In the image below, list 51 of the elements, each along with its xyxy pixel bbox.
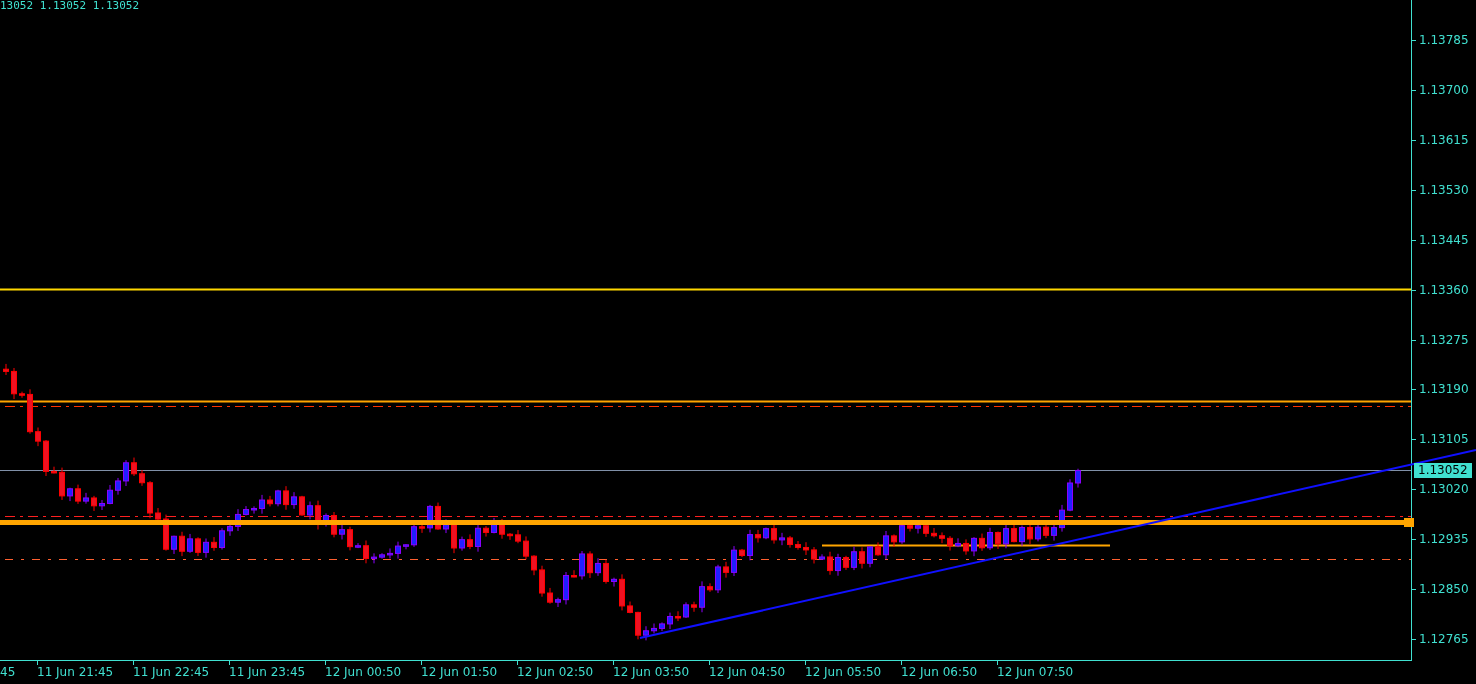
time-label: 12 Jun 05:50 bbox=[805, 665, 882, 679]
tick-mark bbox=[229, 661, 230, 665]
tick-mark bbox=[805, 661, 806, 665]
tick-mark bbox=[133, 661, 134, 665]
price-header: 13052 1.13052 1.13052 bbox=[0, 0, 140, 12]
tick-mark bbox=[517, 661, 518, 665]
price-label: 1.13615 bbox=[1419, 132, 1469, 147]
tick-mark bbox=[901, 661, 902, 665]
tick-mark bbox=[1412, 439, 1416, 441]
tick-mark bbox=[1412, 40, 1416, 41]
tick-mark bbox=[421, 661, 422, 665]
time-label: 11 Jun 23:45 bbox=[229, 665, 306, 679]
price-label: 1.13275 bbox=[1419, 332, 1469, 347]
price-label: 1.13785 bbox=[1419, 33, 1469, 47]
time-label: 12 Jun 00:50 bbox=[325, 665, 402, 679]
price-label: 1.12765 bbox=[1419, 632, 1469, 647]
tick-mark bbox=[1412, 589, 1416, 591]
tick-mark bbox=[1412, 339, 1416, 341]
tick-mark bbox=[1412, 139, 1416, 141]
time-label: 12 Jun 06:50 bbox=[901, 665, 978, 679]
current-price-badge: 1.13052 bbox=[1414, 463, 1472, 478]
tick-mark bbox=[613, 661, 614, 665]
tick-mark bbox=[1412, 189, 1416, 191]
time-label: 12 Jun 04:50 bbox=[709, 665, 786, 679]
time-label: 12 Jun 01:50 bbox=[421, 665, 498, 679]
time-label: 12 Jun 02:50 bbox=[517, 665, 594, 679]
price-label: 1.13020 bbox=[1419, 482, 1469, 497]
price-label: 1.13190 bbox=[1419, 382, 1469, 397]
price-label: 1.13530 bbox=[1419, 182, 1469, 197]
price-label: 1.13445 bbox=[1419, 232, 1469, 247]
price-label: 1.13105 bbox=[1419, 432, 1469, 447]
tick-mark bbox=[709, 661, 710, 665]
tick-mark bbox=[1412, 89, 1416, 91]
time-label: 11 Jun 22:45 bbox=[133, 665, 210, 679]
tick-mark bbox=[1412, 289, 1416, 291]
time-label: 11 Jun 21:45 bbox=[37, 665, 114, 679]
tick-mark bbox=[1412, 489, 1416, 491]
tick-mark bbox=[1412, 239, 1416, 241]
tick-mark bbox=[1412, 639, 1416, 641]
tick-mark bbox=[1412, 539, 1416, 541]
tick-mark bbox=[1412, 389, 1416, 391]
price-label: 1.13360 bbox=[1419, 282, 1469, 297]
price-label: 1.12850 bbox=[1419, 582, 1469, 597]
tick-mark bbox=[37, 661, 38, 665]
time-label: 12 Jun 07:50 bbox=[997, 665, 1074, 679]
price-label: 1.13700 bbox=[1419, 82, 1469, 97]
time-label: 45 bbox=[0, 665, 16, 679]
tick-mark bbox=[997, 661, 998, 665]
time-label: 12 Jun 03:50 bbox=[613, 665, 690, 679]
tick-mark bbox=[325, 661, 326, 665]
price-label: 1.12935 bbox=[1419, 532, 1469, 547]
